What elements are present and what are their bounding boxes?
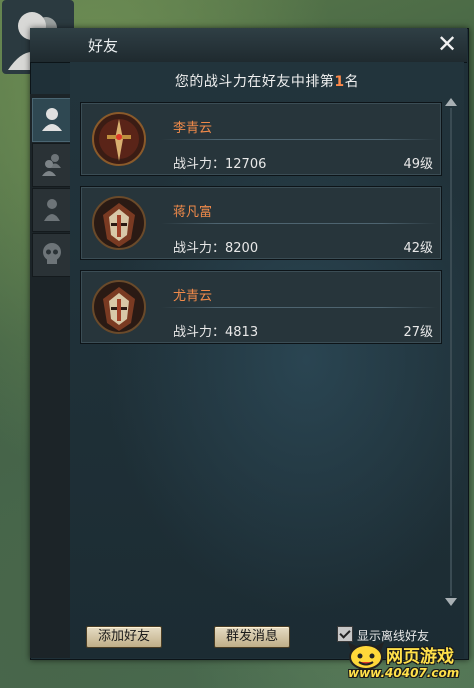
list-scrollbar[interactable] [444, 98, 458, 606]
friend-entry[interactable]: 尤青云 战斗力：4813 27级 [80, 270, 442, 344]
watermark-url: www.40407.com [348, 666, 460, 680]
scroll-up-icon[interactable] [445, 98, 457, 106]
rank-suffix: 名 [344, 74, 360, 90]
friend-level: 42级 [403, 241, 433, 256]
divider [161, 307, 437, 308]
power-value: 4813 [225, 325, 259, 340]
divider [161, 139, 437, 140]
rank-prefix: 您的战斗力在好友中排第 [174, 74, 335, 90]
group-icon [42, 154, 61, 176]
add-friend-button[interactable]: 添加好友 [86, 626, 162, 648]
skull-icon [43, 243, 61, 264]
combat-power: 战斗力：4813 [173, 321, 258, 340]
friend-level: 27级 [403, 325, 433, 340]
scroll-track[interactable] [450, 108, 452, 596]
friend-name: 李青云 [173, 121, 213, 136]
friend-name: 尤青云 [173, 289, 213, 304]
scroll-down-icon[interactable] [445, 598, 457, 606]
tab-group[interactable] [32, 143, 72, 187]
helmet-emblem-icon [92, 196, 146, 250]
power-value: 8200 [225, 241, 259, 256]
rank-position: 1 [334, 74, 345, 90]
sword-emblem-icon [92, 112, 146, 166]
tab-enemies[interactable] [32, 233, 72, 277]
person-dark-icon [44, 199, 60, 221]
friend-name: 蒋凡富 [173, 205, 213, 220]
site-watermark: 网页游戏 www.40407.com [344, 640, 472, 686]
friend-level: 49级 [403, 157, 433, 172]
friend-entry[interactable]: 李青云 战斗力：12706 49级 [80, 102, 442, 176]
power-label: 战斗力： [173, 325, 226, 340]
person-icon [42, 108, 62, 131]
power-label: 战斗力： [173, 157, 226, 172]
combat-power: 战斗力：8200 [173, 237, 258, 256]
combat-rank-text: 您的战斗力在好友中排第1名 [70, 71, 464, 91]
watermark-title: 网页游戏 [386, 647, 454, 667]
power-value: 12706 [225, 157, 267, 172]
helmet-emblem-icon [92, 280, 146, 334]
power-label: 战斗力： [173, 241, 226, 256]
combat-power: 战斗力：12706 [173, 153, 266, 172]
friend-entry[interactable]: 蒋凡富 战斗力：8200 42级 [80, 186, 442, 260]
group-message-button[interactable]: 群发消息 [214, 626, 290, 648]
tab-friends[interactable] [32, 98, 72, 142]
close-icon[interactable]: ✕ [434, 31, 460, 57]
divider [161, 223, 437, 224]
window-title: 好友 [88, 37, 119, 55]
tab-blocked[interactable] [32, 188, 72, 232]
